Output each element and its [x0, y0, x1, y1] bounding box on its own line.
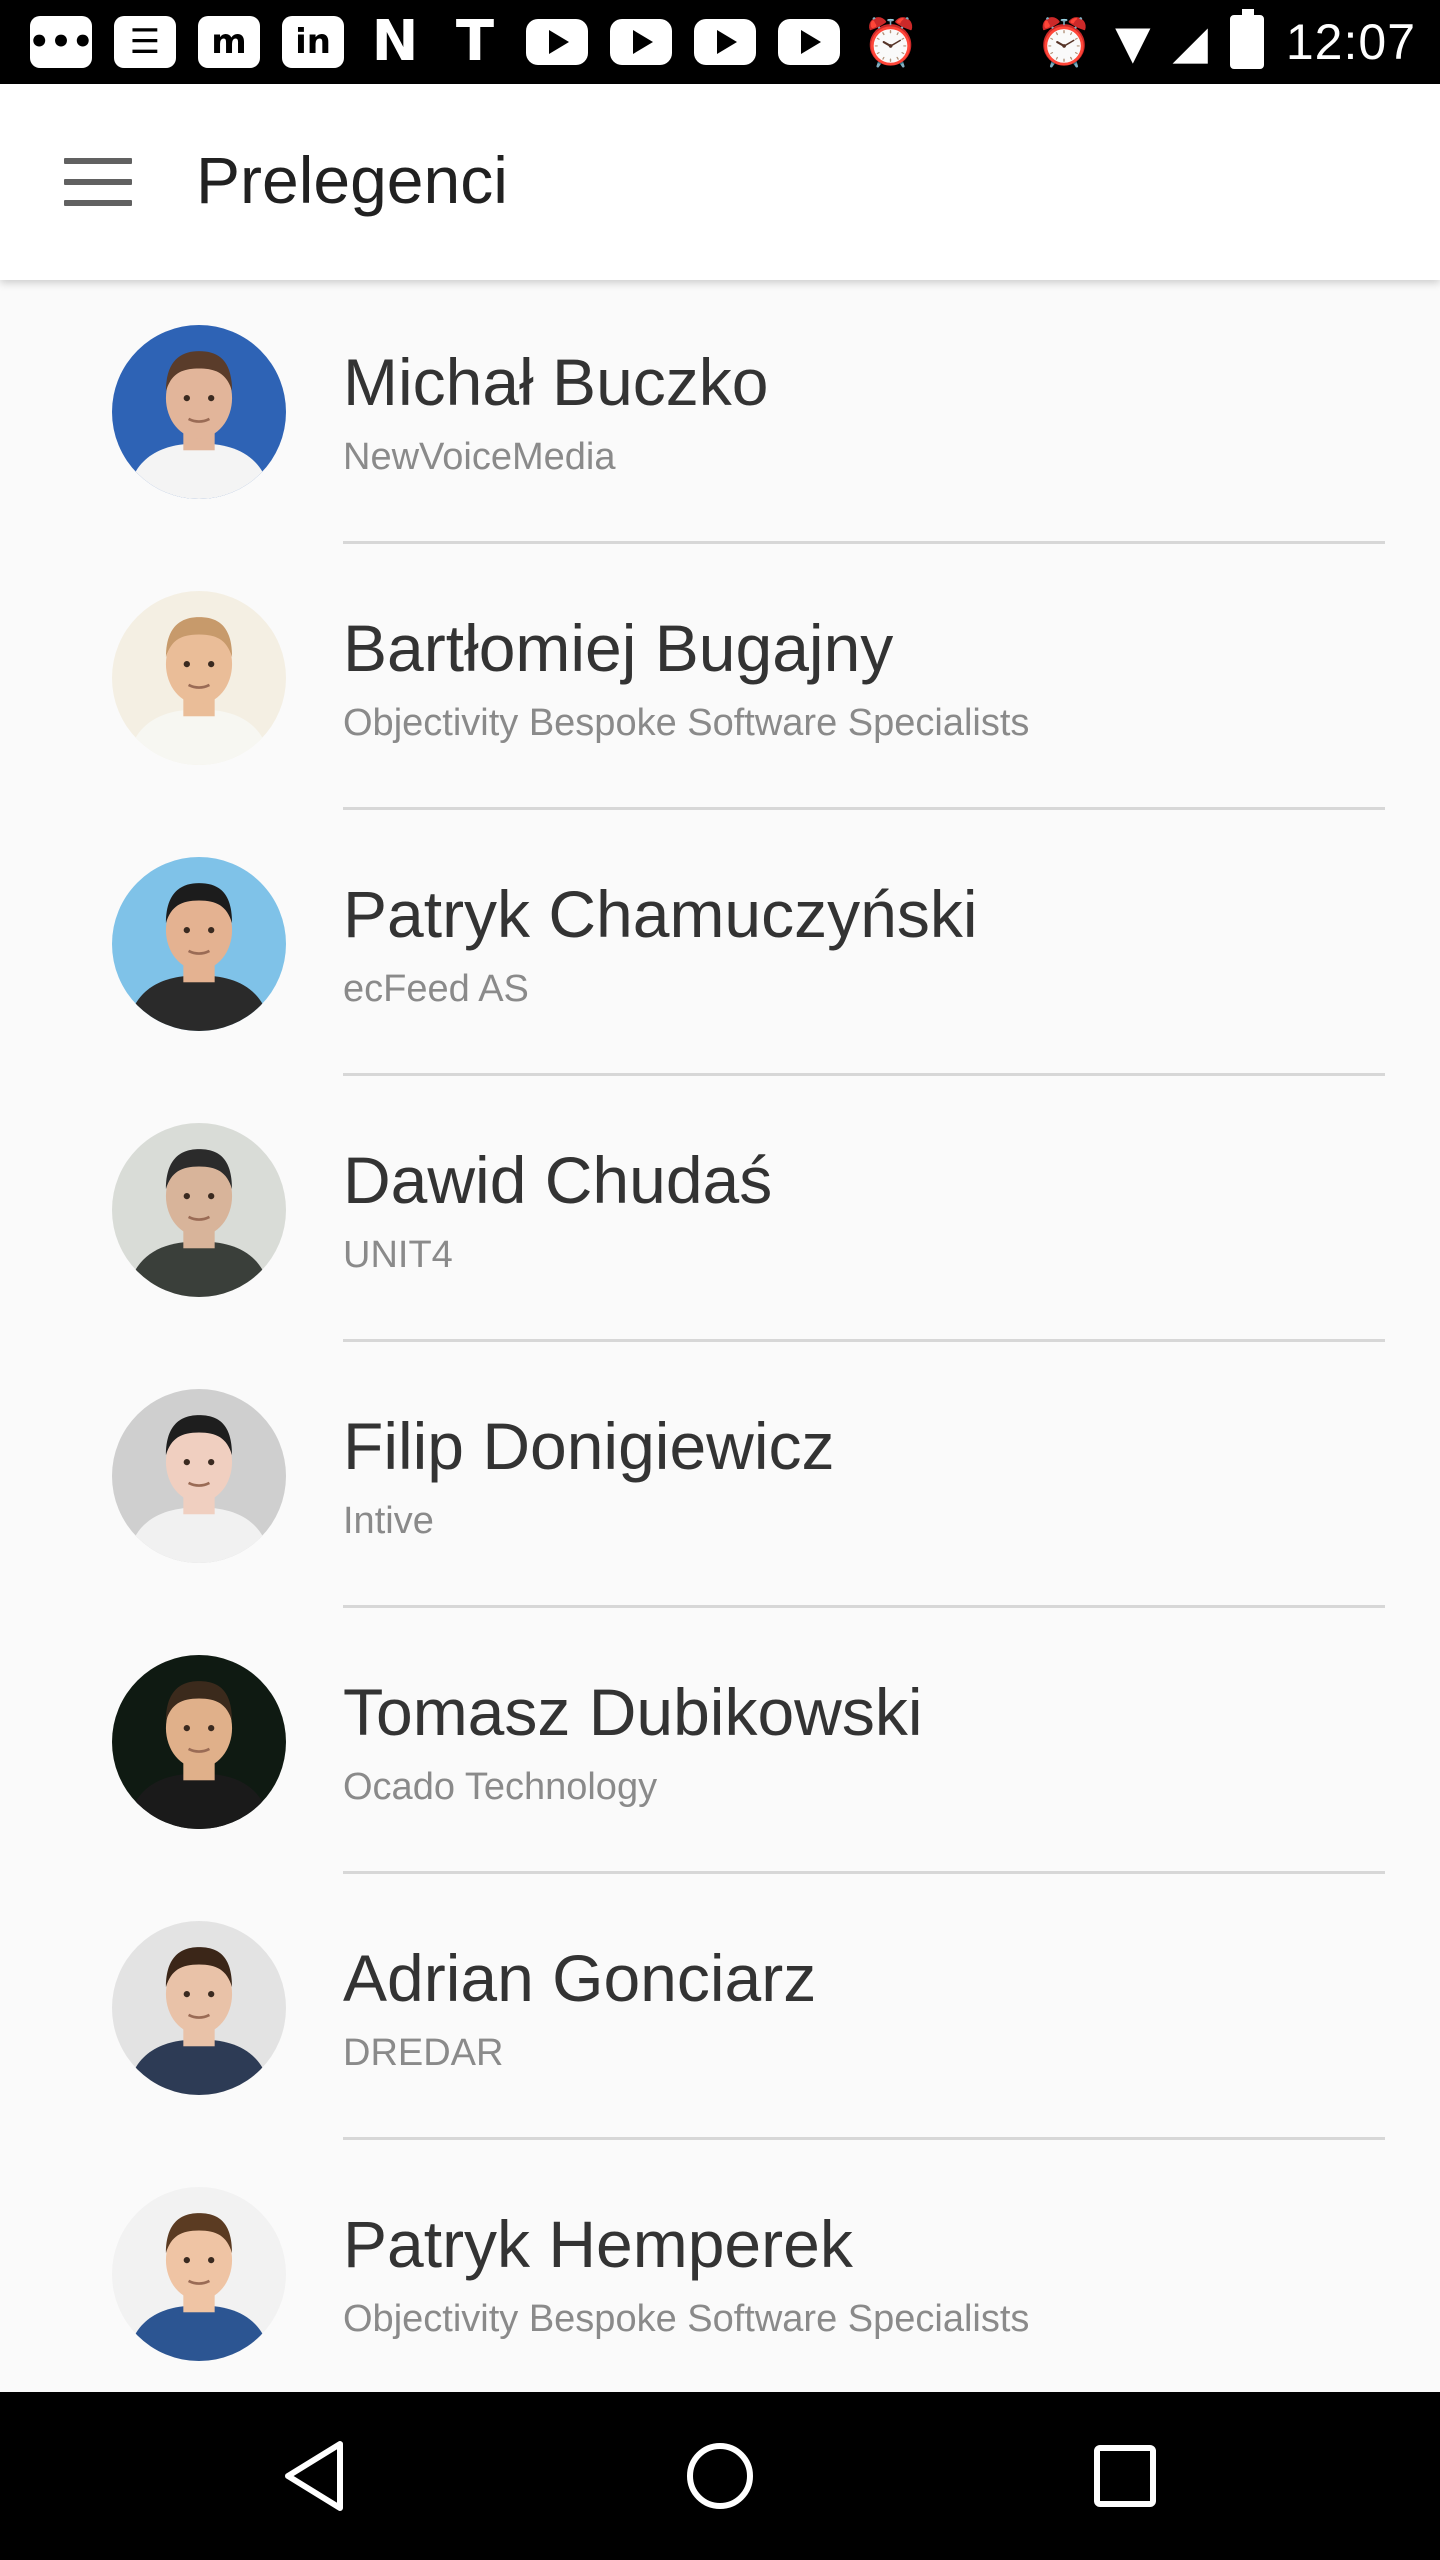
speaker-list-item[interactable]: Tomasz Dubikowski Ocado Technology — [0, 1610, 1440, 1876]
youtube-icon — [778, 19, 840, 65]
linkedin-icon: in — [282, 16, 344, 68]
speaker-name: Tomasz Dubikowski — [343, 1675, 923, 1749]
battery-icon — [1229, 9, 1264, 69]
menu-line — [64, 200, 132, 206]
speaker-company: UNIT4 — [343, 1234, 453, 1276]
speaker-list[interactable]: Michał Buczko NewVoiceMedia Bartłomiej Bug… — [0, 280, 1440, 2392]
speaker-name: Patryk Chamuczyński — [343, 877, 978, 951]
system-icon-group: ⏰ ▼ ◢ — [1036, 19, 1208, 65]
speaker-name: Bartłomiej Bugajny — [343, 611, 894, 685]
wpunkt-icon: N — [371, 9, 419, 74]
list-divider — [343, 541, 1385, 544]
speaker-avatar — [112, 2187, 286, 2361]
list-divider — [343, 1871, 1385, 1874]
list-divider — [343, 2137, 1385, 2140]
speaker-company: ecFeed AS — [343, 968, 529, 1010]
speaker-list-item[interactable]: Patryk Hemperek Objectivity Bespoke Softw… — [0, 2142, 1440, 2392]
speaker-list-item[interactable]: Bartłomiej Bugajny Objectivity Bespoke So… — [0, 546, 1440, 812]
youtube-icon — [694, 19, 756, 65]
youtube-icon — [610, 19, 672, 65]
hamburger-menu-icon[interactable] — [56, 152, 140, 212]
m-app-icon: m — [198, 16, 260, 68]
alarm-icon: ⏰ — [862, 15, 920, 69]
speaker-avatar — [112, 857, 286, 1031]
speaker-avatar — [112, 1655, 286, 1829]
menu-line — [64, 158, 132, 164]
home-icon[interactable] — [680, 2436, 760, 2516]
app-bar: Prelegenci — [0, 84, 1440, 280]
navigation-bar — [0, 2392, 1440, 2560]
speaker-name: Dawid Chudaś — [343, 1143, 773, 1217]
speaker-company: NewVoiceMedia — [343, 436, 616, 478]
recents-icon[interactable] — [1085, 2436, 1165, 2516]
speaker-name: Adrian Gonciarz — [343, 1941, 817, 2015]
clock: 12:07 — [1285, 14, 1416, 70]
list-divider — [343, 1605, 1385, 1608]
speaker-company: Ocado Technology — [343, 1766, 658, 1808]
speaker-list-item[interactable]: Dawid Chudaś UNIT4 — [0, 1078, 1440, 1344]
back-icon[interactable] — [278, 2436, 358, 2516]
status-bar: ••• ☰ m in N T ⏰ ⏰ ▼ ◢ 12:07 — [0, 0, 1440, 84]
speaker-list-item[interactable]: Patryk Chamuczyński ecFeed AS — [0, 812, 1440, 1078]
wifi-icon: ▼ — [1115, 15, 1151, 69]
list-divider — [343, 1339, 1385, 1342]
speaker-avatar — [112, 325, 286, 499]
speaker-list-item[interactable]: Filip Donigiewicz Intive — [0, 1344, 1440, 1610]
speaker-list-item[interactable]: Adrian Gonciarz DREDAR — [0, 1876, 1440, 2142]
speaker-name: Patryk Hemperek — [343, 2207, 853, 2281]
page-title: Prelegenci — [196, 143, 508, 217]
t-app-icon: T — [455, 9, 495, 74]
chat-icon: ••• — [28, 16, 94, 68]
speaker-avatar — [112, 1921, 286, 2095]
speaker-avatar — [112, 1389, 286, 1563]
speaker-company: Objectivity Bespoke Software Specialists — [343, 702, 1030, 744]
notification-icons: ••• ☰ m in N T ⏰ — [28, 9, 920, 74]
news-icon: ☰ — [114, 16, 176, 68]
signal-icon: ◢ — [1172, 15, 1208, 69]
alarm-icon: ⏰ — [1035, 15, 1094, 69]
speaker-avatar — [112, 1123, 286, 1297]
list-divider — [343, 1073, 1385, 1076]
speaker-company: Objectivity Bespoke Software Specialists — [343, 2298, 1030, 2340]
youtube-icon — [526, 19, 588, 65]
speaker-company: DREDAR — [343, 2032, 504, 2074]
speaker-name: Michał Buczko — [343, 345, 769, 419]
system-icons: ⏰ ▼ ◢ 12:07 — [1036, 9, 1416, 71]
list-divider — [343, 807, 1385, 810]
speaker-avatar — [112, 591, 286, 765]
speaker-name: Filip Donigiewicz — [343, 1409, 835, 1483]
speaker-company: Intive — [343, 1500, 434, 1542]
menu-line — [64, 179, 132, 185]
speaker-list-item[interactable]: Michał Buczko NewVoiceMedia — [0, 280, 1440, 546]
